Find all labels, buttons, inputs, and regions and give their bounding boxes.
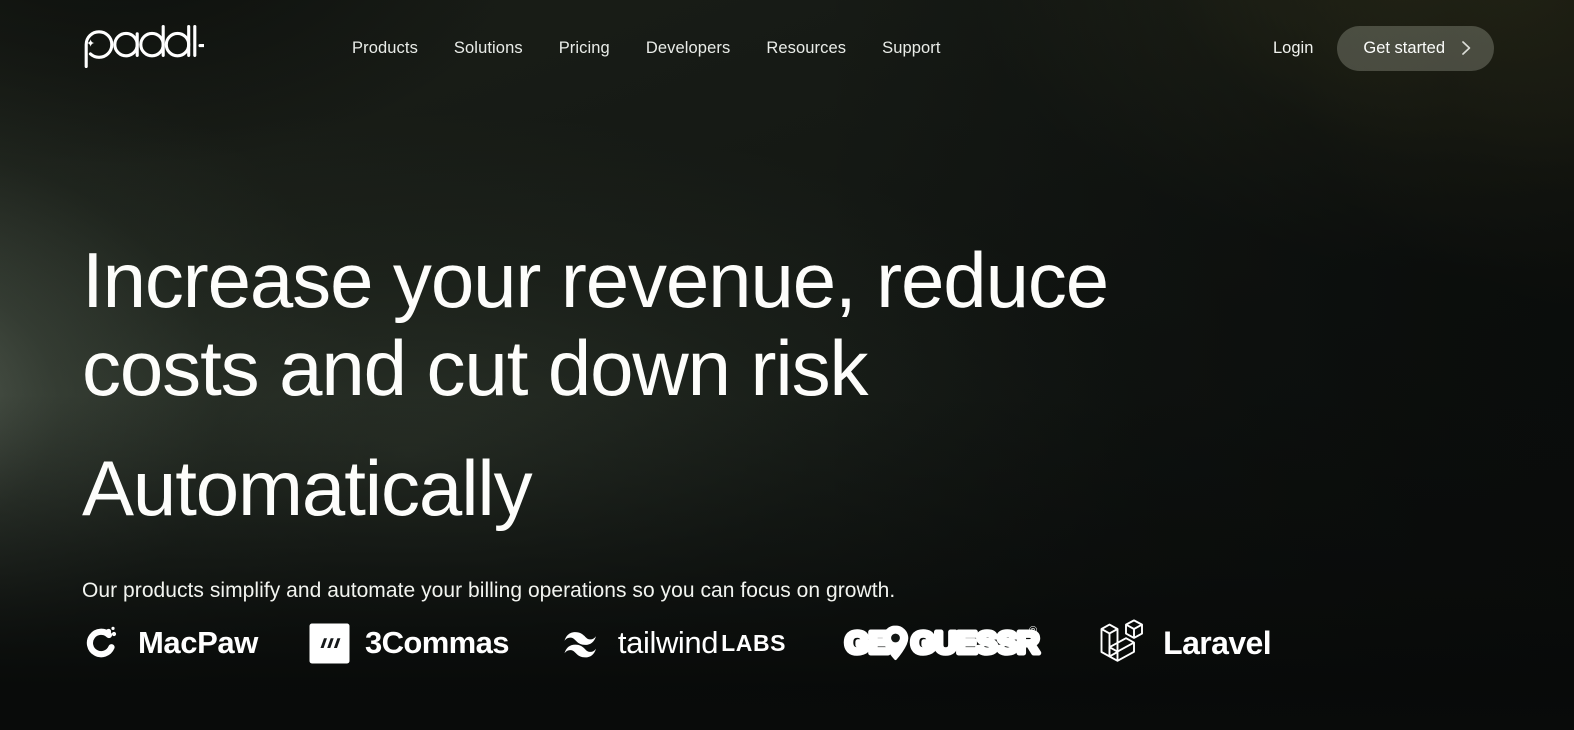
svg-text:GUESSR: GUESSR xyxy=(911,625,1039,660)
laravel-wordmark: Laravel xyxy=(1163,624,1272,661)
nav-item-products[interactable]: Products xyxy=(352,39,418,58)
nav-item-developers[interactable]: Developers xyxy=(646,39,730,58)
tailwind-icon xyxy=(561,627,606,659)
laravel-icon xyxy=(1096,618,1148,668)
3commas-wordmark: 3Commas xyxy=(364,625,510,660)
tailwind-wordmark: tailwind xyxy=(617,625,719,660)
partner-logo-macpaw[interactable]: MacPaw xyxy=(82,623,258,663)
partner-logo-3commas[interactable]: 3Commas xyxy=(309,623,510,664)
partner-logo-geoguessr[interactable]: GE GE GUESSR GUESSR ® xyxy=(843,622,1043,664)
hero-headline: Increase your revenue, reduce costs and … xyxy=(82,236,1109,412)
macpaw-icon xyxy=(82,623,122,663)
tailwind-wordmark-labs: LABS xyxy=(721,629,787,656)
hero-headline-secondary: Automatically xyxy=(82,444,533,532)
paddle-logo-link[interactable] xyxy=(82,25,332,71)
site-header: Products Solutions Pricing Developers Re… xyxy=(0,0,1574,96)
svg-text:GE: GE xyxy=(845,625,889,660)
hero-page: Products Solutions Pricing Developers Re… xyxy=(0,0,1574,730)
login-link[interactable]: Login xyxy=(1273,39,1313,58)
chevron-right-icon xyxy=(1461,40,1472,56)
partner-logo-tailwindlabs[interactable]: tailwind LABS xyxy=(561,625,786,661)
nav-item-solutions[interactable]: Solutions xyxy=(454,39,523,58)
3commas-icon xyxy=(309,623,350,664)
paddle-logo-icon xyxy=(82,25,204,71)
svg-text:®: ® xyxy=(1029,625,1037,637)
macpaw-wordmark: MacPaw xyxy=(138,625,258,660)
nav-item-resources[interactable]: Resources xyxy=(766,39,846,58)
main-navigation: Products Solutions Pricing Developers Re… xyxy=(352,39,941,58)
get-started-label: Get started xyxy=(1363,38,1445,57)
nav-item-support[interactable]: Support xyxy=(882,39,941,58)
geoguessr-icon: GE GE GUESSR GUESSR ® xyxy=(843,622,1043,664)
header-actions: Login Get started xyxy=(1273,25,1494,71)
nav-item-pricing[interactable]: Pricing xyxy=(559,39,610,58)
partner-logo-laravel[interactable]: Laravel xyxy=(1096,618,1272,668)
get-started-button[interactable]: Get started xyxy=(1337,25,1494,71)
hero-section: Increase your revenue, reduce costs and … xyxy=(82,236,1322,606)
partner-logo-strip: MacPaw 3Commas tailwind LABS GE GE GUESS… xyxy=(82,618,1272,668)
hero-subheadline: Our products simplify and automate your … xyxy=(82,579,896,602)
